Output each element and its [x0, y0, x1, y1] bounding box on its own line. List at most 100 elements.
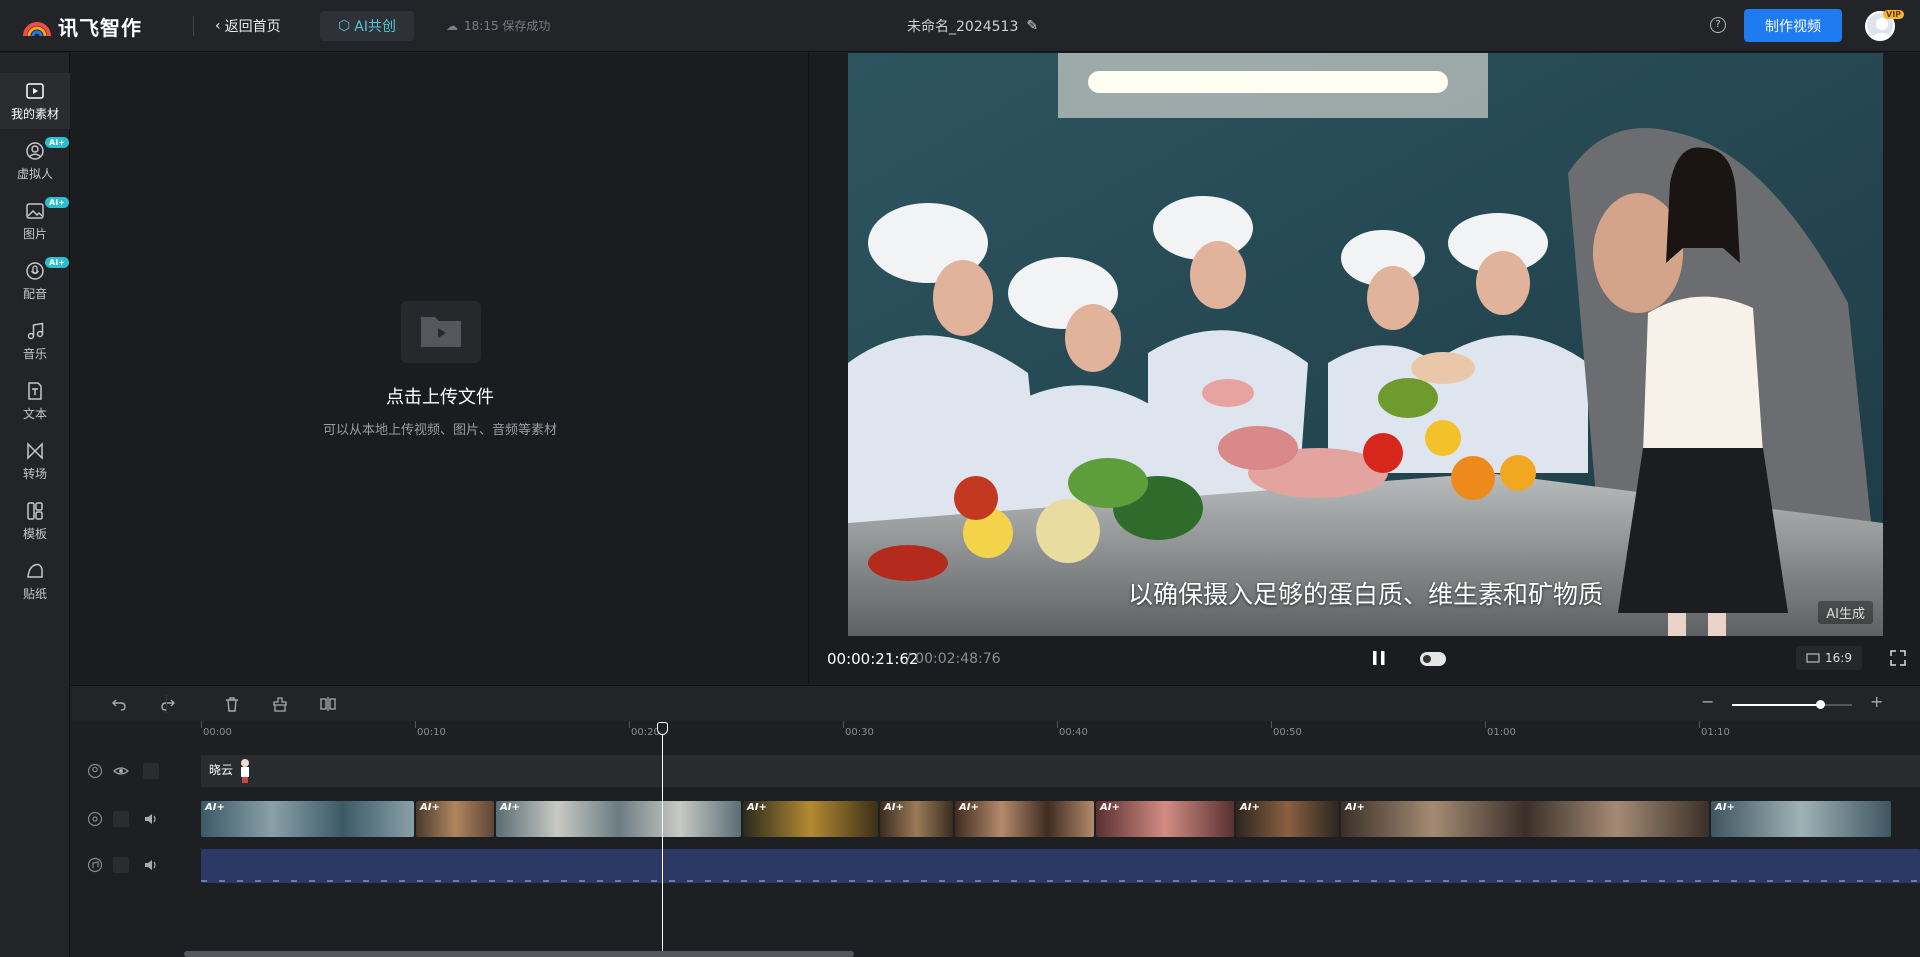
ruler-label: 01:10 [1701, 727, 1730, 738]
left-sidebar: 我的素材 虚拟人 AI+ 图片 AI+ 配音 AI+ 音乐 文本 转场 模板 贴… [0, 53, 70, 957]
timeline-scrollbar[interactable] [184, 951, 854, 957]
track-lock-box[interactable] [143, 763, 159, 779]
upload-folder-icon[interactable] [401, 301, 481, 363]
undo-icon[interactable] [111, 696, 127, 712]
current-time: 00:00:21:62 [827, 650, 919, 668]
ruler-label: 00:30 [845, 727, 874, 738]
video-clip[interactable]: AI+ [201, 801, 414, 837]
sidebar-item-music[interactable]: 音乐 [0, 313, 70, 369]
toolbar-divider [166, 695, 167, 713]
delete-icon[interactable] [224, 696, 240, 712]
clip-ai-badge: AI+ [959, 802, 979, 813]
avatar-track[interactable]: 晓云 [201, 755, 1920, 787]
save-status: ☁ 18:15 保存成功 [446, 17, 550, 34]
ruler-tick [629, 721, 630, 728]
fullscreen-icon[interactable] [1890, 650, 1906, 666]
video-clip[interactable]: AI+ [1341, 801, 1709, 837]
folder-play-icon [421, 317, 461, 347]
redo-icon[interactable] [160, 696, 176, 712]
player-controls: 00:00:21:62 / 00:02:48:76 16:9 [810, 636, 1920, 683]
sidebar-item-voiceover[interactable]: 配音 AI+ [0, 253, 70, 309]
video-clip[interactable]: AI+ [416, 801, 494, 837]
clip-ai-badge: AI+ [1715, 802, 1735, 813]
clip-ai-badge: AI+ [1100, 802, 1120, 813]
audio-track-icon [87, 857, 103, 873]
ai-cocreate-tab[interactable]: ⬡ AI共创 [320, 11, 414, 41]
sidebar-label: 贴纸 [22, 586, 47, 601]
pause-icon[interactable] [1370, 649, 1388, 667]
video-clip[interactable]: AI+ [1096, 801, 1234, 837]
video-track[interactable]: AI+ AI+ AI+ AI+ AI+ AI+ AI+ AI+ AI+ AI+ [201, 801, 1920, 837]
playhead-handle[interactable] [657, 722, 668, 735]
sidebar-label: 音乐 [22, 346, 47, 361]
eye-icon[interactable] [113, 763, 129, 779]
ruler-label: 00:20 [631, 727, 660, 738]
ruler-label: 00:40 [1059, 727, 1088, 738]
app-logo[interactable]: 讯飞智作 [22, 12, 142, 41]
video-track-icon [87, 811, 103, 827]
back-home-label: 返回首页 [224, 19, 281, 35]
zoom-out-button[interactable]: − [1701, 692, 1714, 711]
sidebar-item-sticker[interactable]: 贴纸 [0, 553, 70, 609]
video-clip[interactable]: AI+ [1236, 801, 1339, 837]
video-frame-image [848, 53, 1883, 636]
time-ruler[interactable]: 00:00 00:10 00:20 00:30 00:40 00:50 01:0… [201, 721, 1920, 749]
aspect-ratio-button[interactable]: 16:9 [1796, 646, 1862, 670]
clear-broom-icon[interactable] [272, 696, 288, 712]
sidebar-item-images[interactable]: 图片 AI+ [0, 193, 70, 249]
sidebar-item-my-materials[interactable]: 我的素材 [0, 73, 70, 129]
timeline-panel: 00:00 00:10 00:20 00:30 00:40 00:50 01:0… [71, 721, 1920, 957]
ruler-label: 01:00 [1487, 727, 1516, 738]
music-icon [27, 322, 44, 339]
video-clip[interactable]: AI+ [880, 801, 953, 837]
image-icon [26, 202, 44, 219]
document-title[interactable]: 未命名_2024513 ✎ [907, 16, 1038, 36]
sidebar-item-template[interactable]: 模板 [0, 493, 70, 549]
video-clip[interactable]: AI+ [1711, 801, 1891, 837]
loop-toggle[interactable] [1420, 652, 1446, 666]
make-video-button[interactable]: 制作视频 [1744, 9, 1842, 42]
zoom-in-button[interactable]: + [1870, 692, 1883, 711]
video-preview[interactable]: 以确保摄入足够的蛋白质、维生素和矿物质 AI生成 [848, 53, 1883, 636]
cloud-icon: ☁ [446, 18, 458, 33]
avatar-thumbnail-icon [241, 759, 249, 783]
screen-icon [1806, 653, 1820, 663]
transition-icon [27, 441, 43, 460]
sticker-icon [27, 563, 43, 578]
volume-icon[interactable] [143, 857, 159, 873]
clip-ai-badge: AI+ [205, 802, 225, 813]
help-icon[interactable]: ? [1710, 17, 1726, 33]
timeline-toolbar: − + [71, 685, 1920, 721]
track-lock-box[interactable] [113, 857, 129, 873]
total-time: / 00:02:48:76 [906, 651, 1001, 667]
upload-title[interactable]: 点击上传文件 [71, 383, 809, 409]
ruler-label: 00:10 [417, 727, 446, 738]
ai-generated-label: AI生成 [1818, 601, 1873, 624]
clip-ai-badge: AI+ [884, 802, 904, 813]
video-clip[interactable]: AI+ [496, 801, 741, 837]
edit-pencil-icon[interactable]: ✎ [1026, 18, 1038, 34]
ai-plus-badge: AI+ [45, 257, 69, 268]
document-title-text: 未命名_2024513 [907, 19, 1019, 35]
video-clip[interactable]: AI+ [955, 801, 1094, 837]
ai-plus-badge: AI+ [45, 137, 69, 148]
video-clip[interactable]: AI+ [743, 801, 878, 837]
sidebar-label: 配音 [22, 286, 47, 301]
chevron-left-icon: ‹ [215, 18, 221, 34]
track-lock-box[interactable] [113, 811, 129, 827]
ruler-tick [1485, 721, 1486, 728]
audio-track[interactable] [201, 849, 1920, 883]
back-home-link[interactable]: ‹ 返回首页 [215, 16, 281, 36]
sidebar-item-virtual-human[interactable]: 虚拟人 AI+ [0, 133, 70, 189]
sidebar-item-text[interactable]: 文本 [0, 373, 70, 429]
playhead-line[interactable] [662, 724, 663, 957]
split-icon[interactable] [320, 696, 336, 712]
sidebar-item-transition[interactable]: 转场 [0, 433, 70, 489]
zoom-slider-knob[interactable] [1815, 700, 1825, 709]
logo-text: 讯飞智作 [58, 16, 142, 40]
volume-icon[interactable] [143, 811, 159, 827]
hexagon-icon: ⬡ [338, 18, 351, 34]
zoom-slider[interactable] [1732, 700, 1852, 709]
top-bar: 讯飞智作 ‹ 返回首页 ⬡ AI共创 ☁ 18:15 保存成功 未命名_2024… [0, 0, 1920, 52]
text-icon [28, 381, 42, 400]
